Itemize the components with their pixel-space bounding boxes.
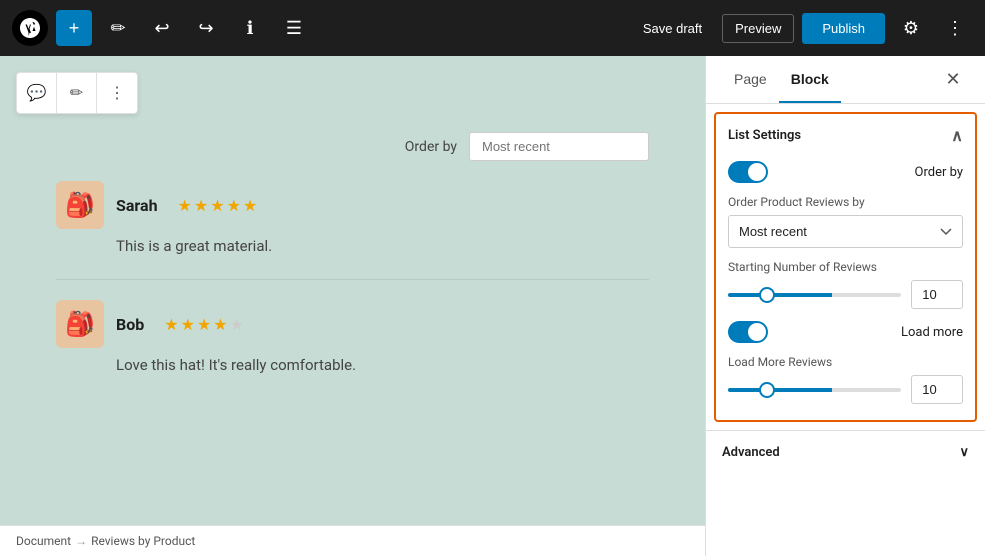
order-product-label: Order Product Reviews by: [728, 195, 963, 209]
reviewer-name: Bob: [116, 315, 144, 334]
redo-button[interactable]: ↪: [188, 10, 224, 46]
list-view-icon[interactable]: ☰: [276, 10, 312, 46]
toolbar: + ✏ ↩ ↪ ℹ ☰ Save draft Preview Publish ⚙…: [0, 0, 985, 56]
star-4: ★: [227, 196, 241, 215]
reviewer-name: Sarah: [116, 196, 158, 215]
review-text: Love this hat! It's really comfortable.: [116, 356, 649, 374]
star-3: ★: [197, 315, 211, 334]
load-more-slider-row: 10: [728, 375, 963, 404]
load-more-setting-row: Load more: [728, 321, 963, 343]
edit-block-icon[interactable]: ✏: [57, 73, 97, 113]
tab-block[interactable]: Block: [779, 57, 841, 103]
review-text: This is a great material.: [116, 237, 649, 255]
order-by-toggle[interactable]: [728, 161, 768, 183]
advanced-label: Advanced: [722, 445, 780, 460]
preview-button[interactable]: Preview: [722, 14, 794, 43]
star-4: ★: [213, 315, 227, 334]
stars: ★ ★ ★ ★ ★: [164, 315, 244, 334]
order-by-select[interactable]: [469, 132, 649, 161]
stars: ★ ★ ★ ★ ★: [178, 196, 258, 215]
starting-number-input[interactable]: 10: [911, 280, 963, 309]
review-header: 🎒 Bob ★ ★ ★ ★ ★: [56, 300, 649, 348]
undo-button[interactable]: ↩: [144, 10, 180, 46]
star-1: ★: [178, 196, 192, 215]
avatar: 🎒: [56, 300, 104, 348]
main-area: 💬 ✏ ⋮ Order by 🎒 Sarah ★ ★: [0, 56, 985, 556]
toggle-knob: [748, 163, 766, 181]
review-item: 🎒 Sarah ★ ★ ★ ★ ★ This is a great materi…: [56, 181, 649, 255]
comment-icon[interactable]: 💬: [17, 73, 57, 113]
star-1: ★: [164, 315, 178, 334]
breadcrumb-arrow: →: [75, 534, 87, 548]
toolbar-right: Save draft Preview Publish ⚙ ⋮: [631, 10, 973, 46]
chevron-down-icon: ∨: [959, 445, 969, 460]
block-toolbar: 💬 ✏ ⋮: [16, 72, 138, 114]
toggle-knob: [748, 323, 766, 341]
settings-button[interactable]: ⚙: [893, 10, 929, 46]
sidebar: Page Block ✕ List Settings ∧ Order by Or…: [705, 56, 985, 556]
sidebar-tabs: Page Block ✕: [706, 56, 985, 104]
avatar-bag-icon: 🎒: [65, 310, 95, 338]
edit-icon[interactable]: ✏: [100, 10, 136, 46]
breadcrumb: Document → Reviews by Product: [0, 525, 705, 556]
starting-number-label: Starting Number of Reviews: [728, 260, 963, 274]
list-settings-panel: List Settings ∧ Order by Order Product R…: [714, 112, 977, 422]
order-by-setting-row: Order by: [728, 161, 963, 183]
breadcrumb-page[interactable]: Reviews by Product: [91, 534, 195, 548]
content-area: Order by 🎒 Sarah ★ ★ ★ ★ ★: [16, 72, 689, 418]
advanced-panel[interactable]: Advanced ∨: [706, 430, 985, 474]
close-sidebar-button[interactable]: ✕: [937, 64, 969, 96]
divider: [56, 279, 649, 280]
editor-area: 💬 ✏ ⋮ Order by 🎒 Sarah ★ ★: [0, 56, 705, 556]
avatar: 🎒: [56, 181, 104, 229]
chevron-up-icon: ∧: [951, 126, 963, 145]
star-2: ★: [194, 196, 208, 215]
load-more-toggle-label: Load more: [901, 325, 963, 340]
starting-number-slider[interactable]: [728, 293, 901, 297]
order-product-select[interactable]: Most recent Oldest Highest rated Lowest …: [728, 215, 963, 248]
load-more-reviews-label: Load More Reviews: [728, 355, 963, 369]
star-2: ★: [181, 315, 195, 334]
review-header: 🎒 Sarah ★ ★ ★ ★ ★: [56, 181, 649, 229]
avatar-bag-icon: 🎒: [65, 191, 95, 219]
panel-content: Order by Order Product Reviews by Most r…: [716, 161, 975, 420]
breadcrumb-document[interactable]: Document: [16, 534, 71, 548]
star-5: ★: [243, 196, 257, 215]
more-block-options-icon[interactable]: ⋮: [97, 73, 137, 113]
order-by-toggle-label: Order by: [915, 165, 963, 180]
more-options-button[interactable]: ⋮: [937, 10, 973, 46]
panel-header[interactable]: List Settings ∧: [716, 114, 975, 157]
add-block-button[interactable]: +: [56, 10, 92, 46]
star-5: ★: [230, 315, 244, 334]
panel-title: List Settings: [728, 128, 801, 143]
starting-number-slider-row: 10: [728, 280, 963, 309]
review-item: 🎒 Bob ★ ★ ★ ★ ★ Love this hat! It's real…: [56, 300, 649, 374]
save-draft-button[interactable]: Save draft: [631, 15, 714, 42]
publish-button[interactable]: Publish: [802, 13, 885, 44]
tab-page[interactable]: Page: [722, 57, 779, 103]
star-3: ★: [210, 196, 224, 215]
load-more-toggle[interactable]: [728, 321, 768, 343]
load-more-slider[interactable]: [728, 388, 901, 392]
load-more-input[interactable]: 10: [911, 375, 963, 404]
order-by-label: Order by: [405, 139, 457, 155]
wp-logo[interactable]: [12, 10, 48, 46]
order-by-row: Order by: [56, 132, 649, 161]
info-icon[interactable]: ℹ: [232, 10, 268, 46]
